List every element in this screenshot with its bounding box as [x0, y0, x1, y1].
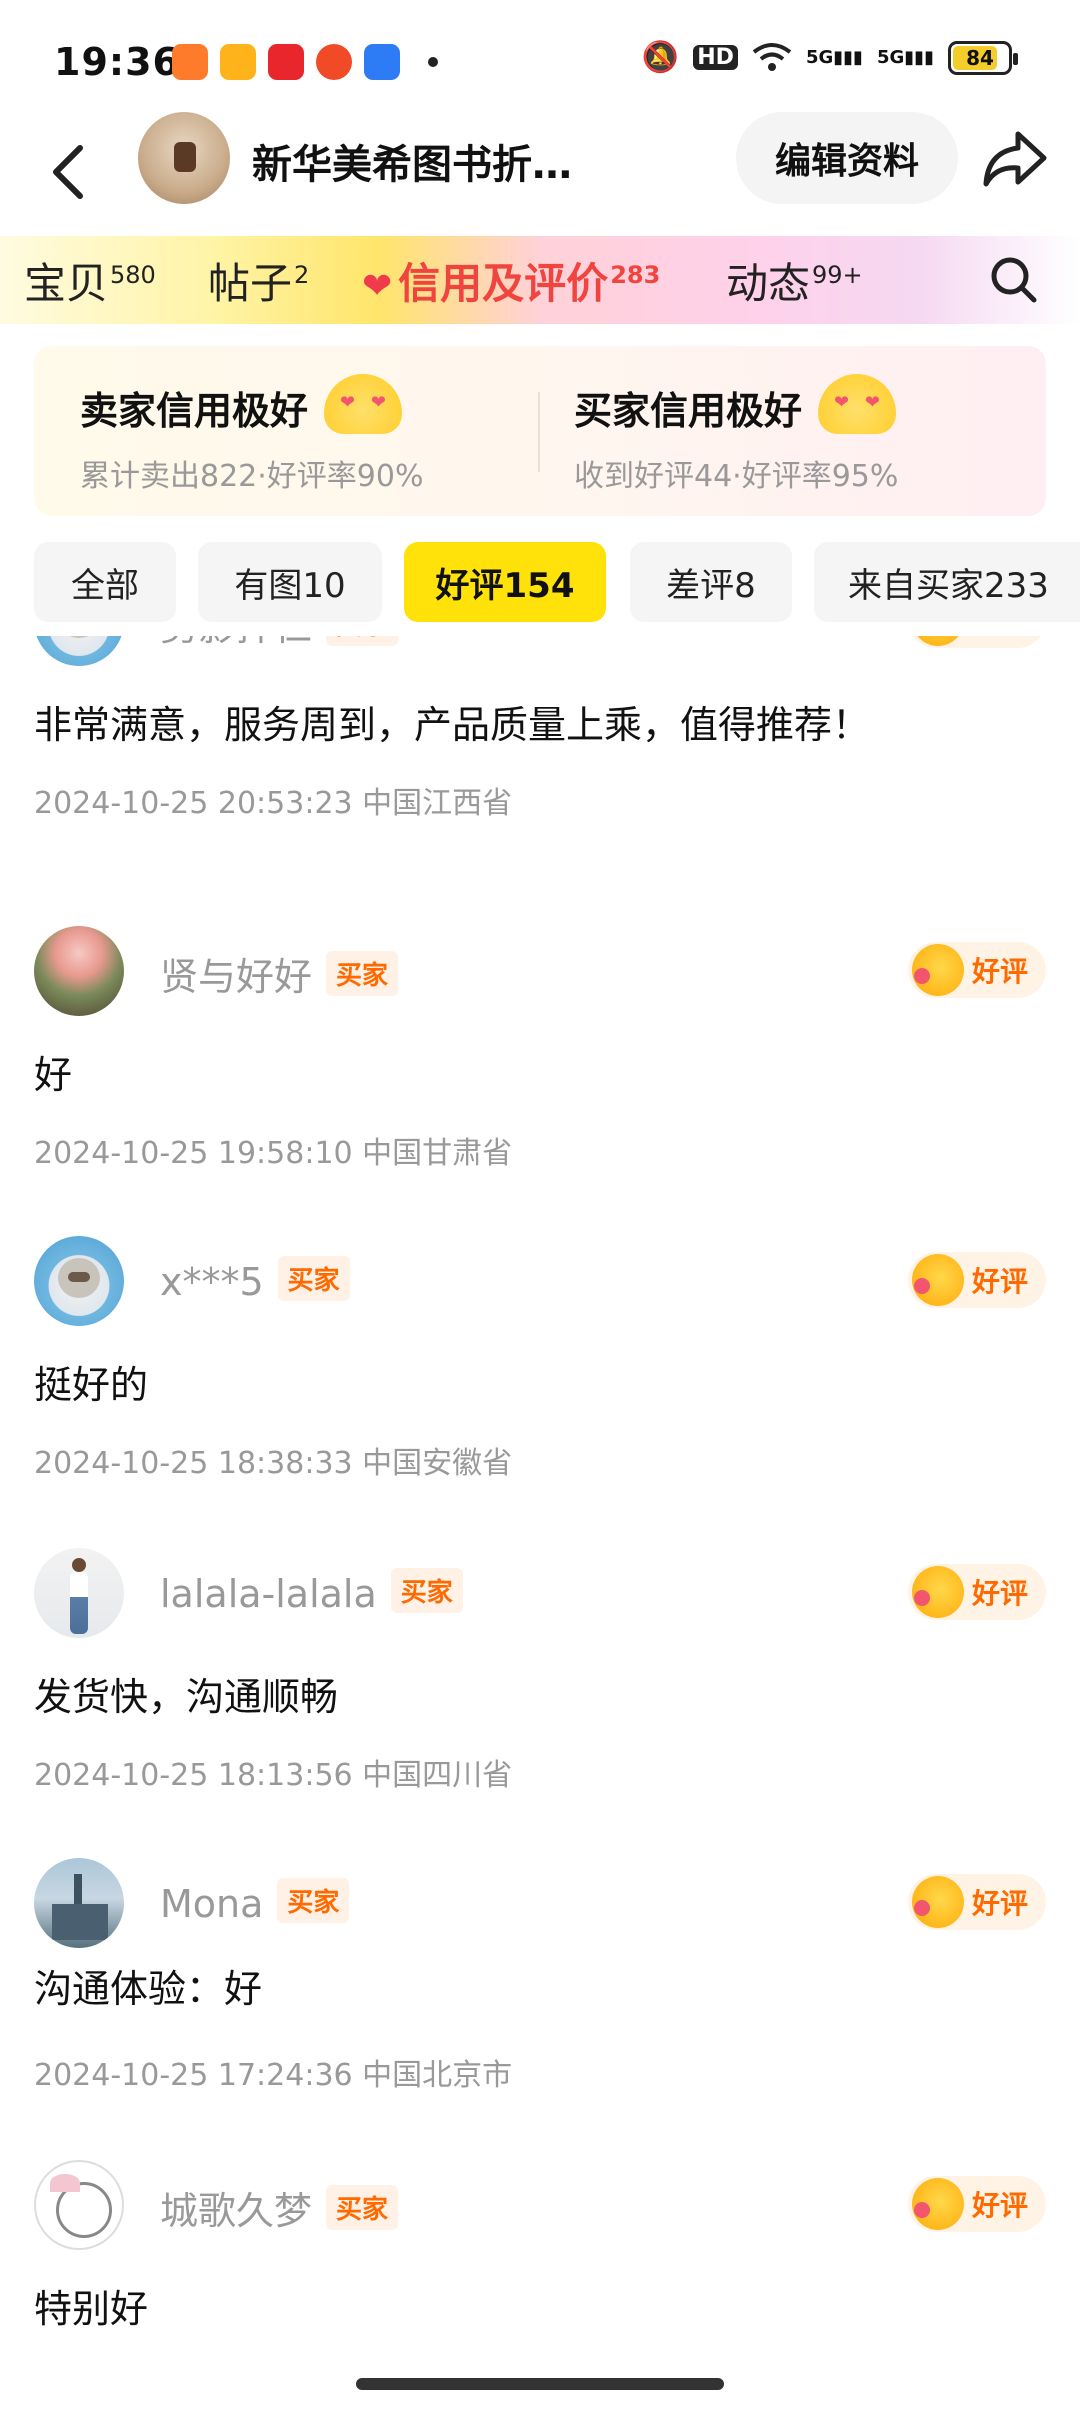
review-meta: 2024-10-25 20:53:23 中国江西省 — [34, 786, 513, 821]
avatar[interactable] — [34, 1236, 124, 1326]
positive-rating-badge: 好评 — [908, 2176, 1046, 2232]
tab-credit-reviews[interactable]: ❤ 信用及评价283 — [362, 250, 660, 311]
signal-5g-icon-2: 5G▮▮▮ — [876, 47, 934, 68]
share-arrow-icon — [983, 131, 1047, 187]
filter-negative[interactable]: 差评8 — [630, 542, 792, 622]
buyer-tag: 买家 — [326, 2185, 399, 2230]
review-filter-chips: 全部 有图10 好评154 差评8 来自买家233 — [34, 542, 1080, 626]
video-app-icon — [220, 44, 256, 80]
heart-icon: ❤ — [362, 266, 393, 307]
avatar[interactable] — [34, 1548, 124, 1638]
review-text: 挺好的 — [34, 1363, 149, 1407]
positive-rating-badge: 好评 — [908, 1874, 1046, 1930]
edit-profile-button[interactable]: 编辑资料 — [736, 112, 958, 204]
credit-divider — [538, 392, 540, 472]
mail-app-icon — [364, 44, 400, 80]
avatar[interactable] — [34, 1858, 124, 1948]
home-indicator[interactable] — [356, 2378, 724, 2390]
positive-rating-badge: 好评 — [908, 1252, 1046, 1308]
battery-level: 84 — [966, 45, 994, 70]
reviewer-name: 剪影拌仁买家 — [160, 636, 399, 651]
buyer-tag: 买家 — [277, 1256, 350, 1301]
smile-face-icon — [912, 2178, 964, 2230]
shopping-app-icon — [268, 44, 304, 80]
filter-positive[interactable]: 好评154 — [404, 542, 606, 622]
filter-with-images[interactable]: 有图10 — [198, 542, 382, 622]
smile-face-icon — [912, 636, 964, 646]
credit-summary-card: 卖家信用极好 累计卖出822·好评率90% 买家信用极好 收到好评44·好评率9… — [34, 346, 1046, 516]
buyer-tag: 买家 — [326, 951, 399, 996]
hd-icon: HD — [693, 45, 738, 70]
review-text: 好 — [34, 1053, 73, 1097]
review-text: 发货快，沟通顺畅 — [34, 1675, 339, 1719]
app-notification-icon — [172, 44, 208, 80]
share-button[interactable] — [980, 124, 1050, 194]
tab-items[interactable]: 宝贝580 — [24, 250, 156, 311]
avatar[interactable] — [34, 636, 124, 666]
back-button[interactable] — [38, 132, 98, 212]
reviewer-name: lalala-lalala 买家 — [160, 1568, 463, 1616]
filter-all[interactable]: 全部 — [34, 542, 176, 622]
notification-app-icons — [172, 44, 438, 80]
chevron-left-icon — [53, 145, 83, 199]
reviewer-name: Mona 买家 — [160, 1878, 350, 1926]
search-icon — [991, 257, 1037, 303]
reviewer-name: 贤与好好 买家 — [160, 946, 399, 1001]
smile-face-icon — [912, 1254, 964, 1306]
seller-profile-page: 19:36 🔕 HD 5G▮▮▮ 5G▮▮▮ 84 新华美希图书折… 编辑资料 … — [0, 0, 1080, 2414]
red-app-icon — [316, 44, 352, 80]
filter-from-buyers[interactable]: 来自买家233 — [814, 542, 1080, 622]
battery-icon: 84 — [948, 40, 1018, 75]
review-text: 沟通体验：好 — [34, 1967, 263, 2011]
review-meta: 2024-10-25 18:38:33 中国安徽省 — [34, 1446, 513, 1481]
review-list: 剪影拌仁买家 好评 非常满意，服务周到，产品质量上乘，值得推荐！ 2024-10… — [0, 636, 1080, 2356]
reviewer-name: 城歌久梦 买家 — [160, 2180, 399, 2235]
reviewer-name: x***5 买家 — [160, 1256, 350, 1304]
buyer-credit-stats: 收到好评44·好评率95% — [574, 459, 899, 494]
review-meta: 2024-10-25 17:24:36 中国北京市 — [34, 2058, 513, 2093]
smile-face-icon — [912, 944, 964, 996]
positive-rating-badge: 好评 — [908, 636, 1046, 648]
review-text: 特别好 — [34, 2287, 149, 2331]
wifi-icon — [752, 42, 792, 71]
profile-header: 新华美希图书折… 编辑资料 — [0, 112, 1080, 242]
buyer-tag: 买家 — [277, 1878, 350, 1923]
signal-5g-icon: 5G▮▮▮ — [805, 47, 863, 68]
seller-credit-stats: 累计卖出822·好评率90% — [80, 459, 424, 494]
system-icons: 🔕 HD 5G▮▮▮ 5G▮▮▮ 84 — [641, 40, 1018, 75]
review-text: 非常满意，服务周到，产品质量上乘，值得推荐！ — [34, 703, 871, 747]
buyer-tag: 买家 — [326, 636, 399, 646]
avatar[interactable] — [34, 926, 124, 1016]
shop-avatar[interactable] — [138, 112, 230, 204]
status-bar: 19:36 🔕 HD 5G▮▮▮ 5G▮▮▮ 84 — [0, 0, 1080, 120]
review-meta: 2024-10-25 19:58:10 中国甘肃省 — [34, 1136, 513, 1171]
status-time: 19:36 — [54, 40, 180, 84]
avatar[interactable] — [34, 2160, 124, 2250]
mute-icon: 🔕 — [641, 40, 680, 75]
review-meta: 2024-10-25 18:13:56 中国四川省 — [34, 1758, 513, 1793]
tab-posts[interactable]: 帖子2 — [208, 250, 309, 311]
buyer-tag: 买家 — [390, 1568, 463, 1613]
more-notifications-icon — [428, 57, 438, 67]
smile-face-icon — [912, 1876, 964, 1928]
tab-activity[interactable]: 动态99+ — [726, 250, 863, 311]
positive-rating-badge: 好评 — [908, 1564, 1046, 1620]
positive-rating-badge: 好评 — [908, 942, 1046, 998]
profile-tab-bar: 宝贝580 帖子2 ❤ 信用及评价283 动态99+ — [0, 236, 1080, 324]
search-button[interactable] — [988, 254, 1040, 306]
smile-face-icon — [912, 1566, 964, 1618]
shop-name[interactable]: 新华美希图书折… — [252, 132, 572, 190]
